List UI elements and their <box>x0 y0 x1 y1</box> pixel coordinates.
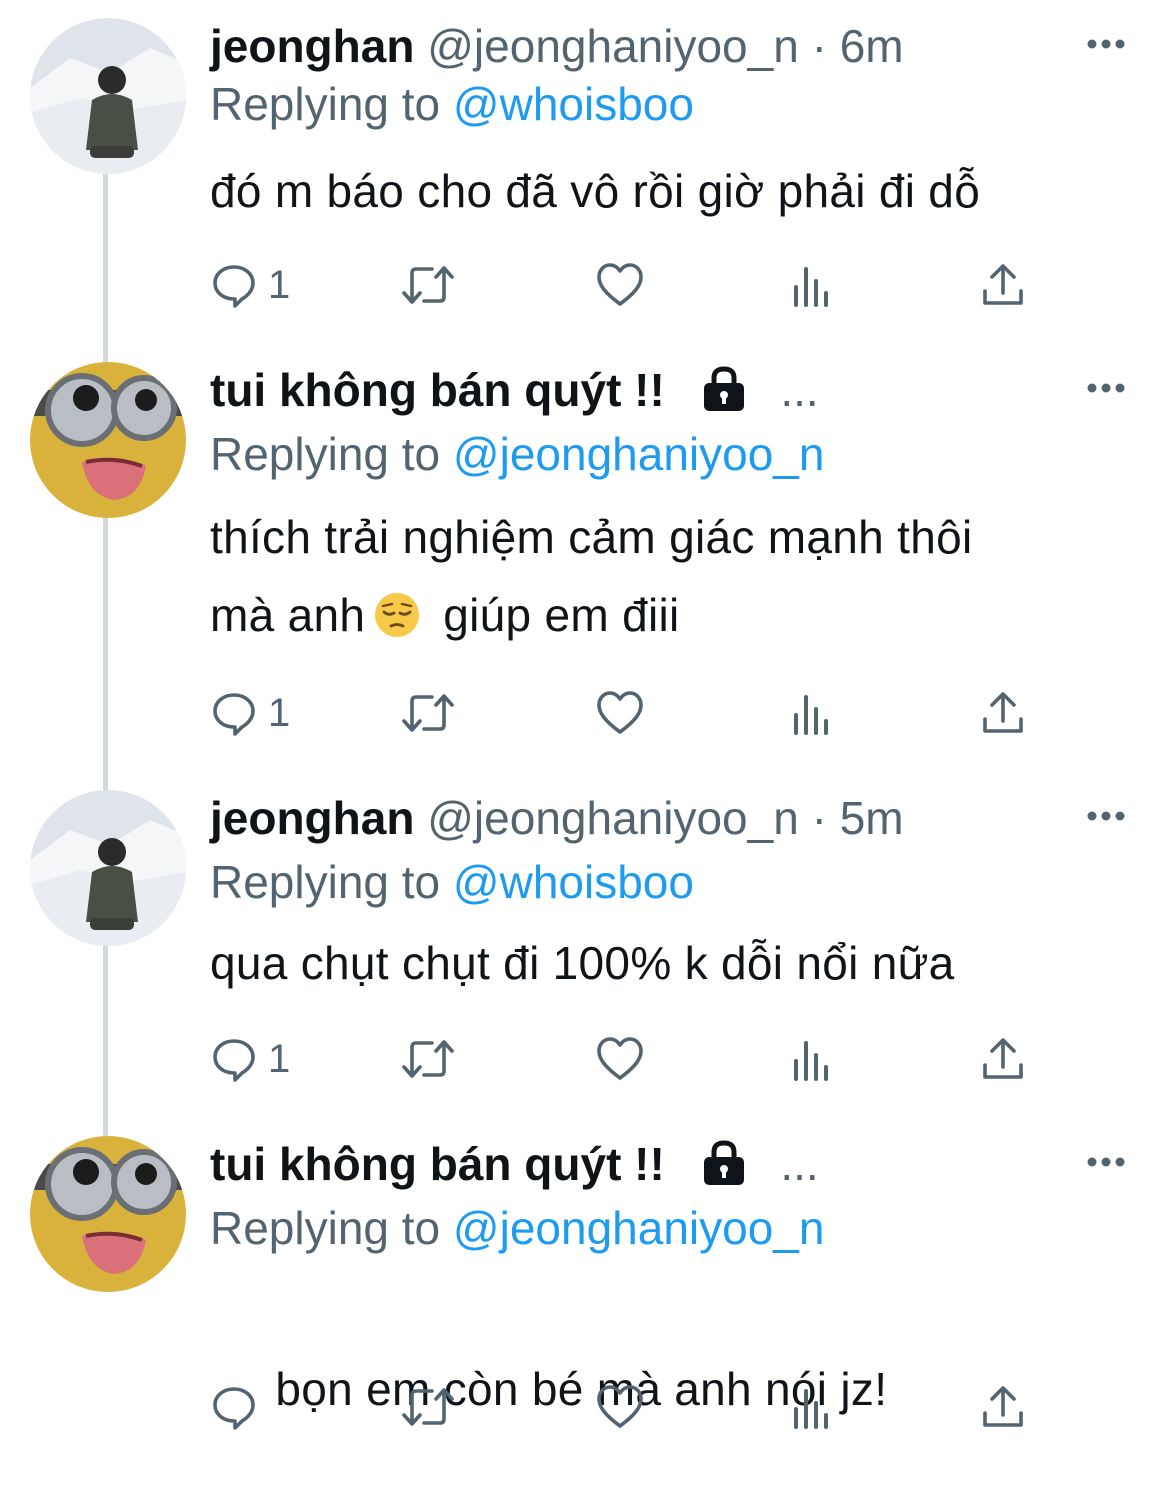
retweet-button[interactable] <box>400 1034 456 1084</box>
like-icon <box>597 263 643 306</box>
share-icon <box>983 692 1023 733</box>
more-icon[interactable] <box>1086 1154 1126 1170</box>
tweet-text: qua chụt chụt đi 100% k dỗi nổi nữa <box>210 924 955 1002</box>
like-button[interactable] <box>595 260 645 310</box>
name-truncation: ... <box>780 1138 819 1190</box>
avatar-tui-khong-ban-quyt[interactable] <box>30 362 186 518</box>
tweet-text-segment: mà anh <box>210 589 366 641</box>
thread-line <box>103 516 108 790</box>
replying-label: Replying to <box>210 78 441 130</box>
retweet-icon <box>402 694 454 732</box>
tweet-header: tui không bán quýt !! ... <box>210 1136 819 1198</box>
reply-button[interactable] <box>210 1382 258 1432</box>
share-icon <box>983 1386 1023 1427</box>
replying-label: Replying to <box>210 428 441 480</box>
reply-icon <box>213 265 255 308</box>
analytics-icon <box>794 1041 828 1081</box>
action-bar: 1 <box>210 1034 1040 1084</box>
retweet-icon <box>402 1388 454 1426</box>
share-button[interactable] <box>980 1034 1026 1084</box>
reply-count: 1 <box>268 1036 291 1081</box>
tweet-header: tui không bán quýt !! ... <box>210 362 819 424</box>
share-button[interactable] <box>980 1382 1026 1432</box>
separator-dot: · <box>811 792 827 844</box>
like-button[interactable] <box>595 1034 645 1084</box>
like-icon <box>597 691 643 734</box>
mention-link[interactable]: @jeonghaniyoo_n <box>453 428 825 480</box>
replying-to: Replying to @jeonghaniyoo_n <box>210 426 824 482</box>
analytics-button[interactable] <box>790 688 834 738</box>
like-button[interactable] <box>595 688 645 738</box>
tweet-text-line: thích trải nghiệm cảm giác mạnh thôi <box>210 511 973 563</box>
avatar-tui-khong-ban-quyt[interactable] <box>30 1136 186 1292</box>
separator-dot: · <box>811 20 827 72</box>
replying-to: Replying to @whoisboo <box>210 76 694 132</box>
reply-icon <box>213 1387 255 1430</box>
tweet-header: jeonghan @jeonghaniyoo_n · 5m <box>210 790 904 846</box>
timestamp[interactable]: 6m <box>840 20 904 72</box>
tweet-text-line: đó m báo cho đã vô rồi giờ phải đi dỗ <box>210 165 981 217</box>
share-icon <box>983 264 1023 305</box>
share-button[interactable] <box>980 260 1026 310</box>
more-icon[interactable] <box>1086 380 1126 396</box>
user-handle[interactable]: @jeonghaniyoo_n <box>427 792 799 844</box>
action-bar <box>210 1382 1040 1432</box>
tweet-text-line: qua chụt chụt đi 100% k dỗi nổi nữa <box>210 937 955 989</box>
lock-icon <box>700 366 748 424</box>
reply-count: 1 <box>268 690 291 735</box>
analytics-button[interactable] <box>790 260 834 310</box>
mention-link[interactable]: @whoisboo <box>453 78 694 130</box>
tweet-header: jeonghan @jeonghaniyoo_n · 6m <box>210 18 904 74</box>
mention-link[interactable]: @jeonghaniyoo_n <box>453 1202 825 1254</box>
tweet-text-segment: giúp em điii <box>443 589 680 641</box>
analytics-button[interactable] <box>790 1034 834 1084</box>
thread-line <box>103 944 108 1136</box>
analytics-icon <box>794 695 828 735</box>
action-bar: 1 <box>210 688 1040 738</box>
replying-to: Replying to @whoisboo <box>210 854 694 910</box>
pensive-face-emoji <box>373 584 421 662</box>
replying-to: Replying to @jeonghaniyoo_n <box>210 1200 824 1256</box>
analytics-button[interactable] <box>790 1382 834 1432</box>
replying-label: Replying to <box>210 856 441 908</box>
retweet-icon <box>402 266 454 304</box>
reply-icon <box>213 693 255 736</box>
tweet-text: đó m báo cho đã vô rồi giờ phải đi dỗ <box>210 152 980 230</box>
like-icon <box>597 1037 643 1080</box>
user-handle[interactable]: @jeonghaniyoo_n <box>427 20 799 72</box>
lock-icon <box>700 1140 748 1198</box>
mention-link[interactable]: @whoisboo <box>453 856 694 908</box>
share-icon <box>983 1038 1023 1079</box>
thread-line <box>103 170 108 362</box>
analytics-icon <box>794 267 828 307</box>
display-name[interactable]: tui không bán quýt !! <box>210 364 665 416</box>
more-icon[interactable] <box>1086 808 1126 824</box>
display-name[interactable]: tui không bán quýt !! <box>210 1138 665 1190</box>
tweet-text-line: mà anh giúp em điii <box>210 576 973 662</box>
display-name[interactable]: jeonghan <box>210 792 414 844</box>
share-button[interactable] <box>980 688 1026 738</box>
reply-button[interactable]: 1 <box>210 1034 290 1084</box>
analytics-icon <box>794 1389 828 1429</box>
timestamp[interactable]: 5m <box>840 792 904 844</box>
name-truncation: ... <box>780 364 819 416</box>
reply-icon <box>213 1039 255 1082</box>
more-icon[interactable] <box>1086 36 1126 52</box>
retweet-button[interactable] <box>400 1382 456 1432</box>
retweet-button[interactable] <box>400 260 456 310</box>
action-bar: 1 <box>210 260 1040 310</box>
reply-count: 1 <box>268 262 291 307</box>
reply-button[interactable]: 1 <box>210 260 290 310</box>
display-name[interactable]: jeonghan <box>210 20 414 72</box>
avatar-jeonghan[interactable] <box>30 18 186 174</box>
retweet-icon <box>402 1040 454 1078</box>
avatar-jeonghan[interactable] <box>30 790 186 946</box>
replying-label: Replying to <box>210 1202 441 1254</box>
like-icon <box>597 1385 643 1428</box>
reply-button[interactable]: 1 <box>210 688 290 738</box>
retweet-button[interactable] <box>400 688 456 738</box>
tweet-text: thích trải nghiệm cảm giác mạnh thôi mà … <box>210 498 973 662</box>
like-button[interactable] <box>595 1382 645 1432</box>
